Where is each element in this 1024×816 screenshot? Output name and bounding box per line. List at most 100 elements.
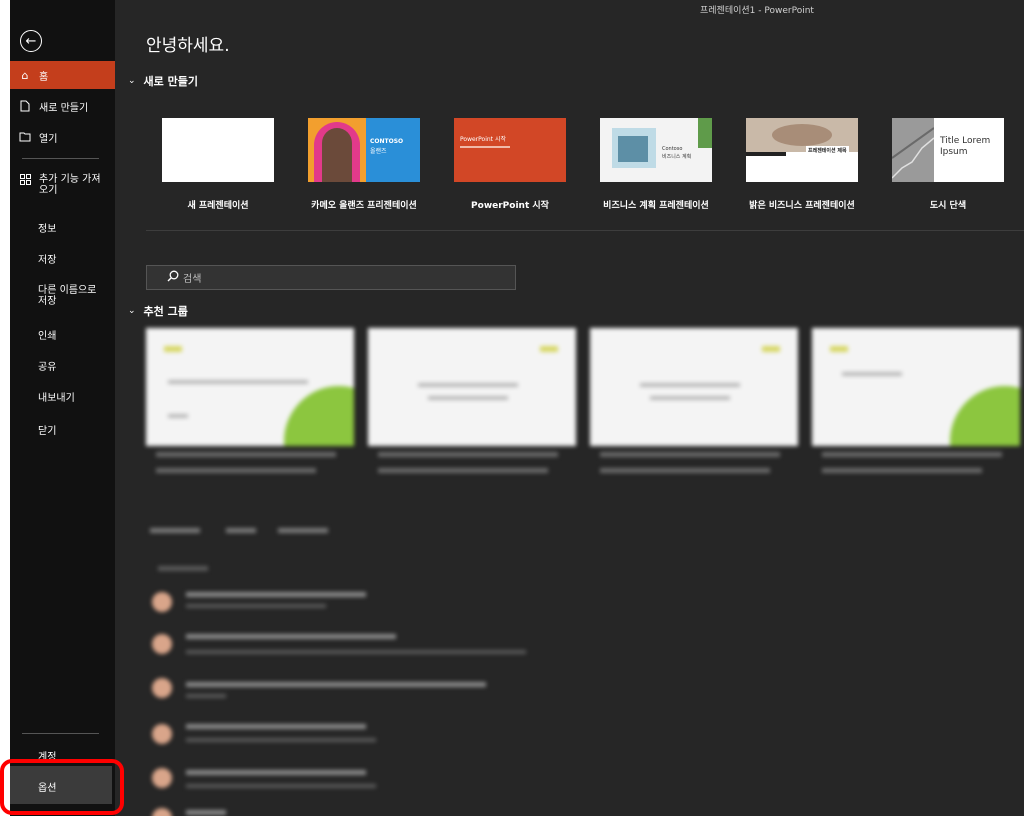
recent-tab[interactable] <box>226 528 256 533</box>
sidebar-divider <box>22 158 99 159</box>
sidebar-item-open[interactable]: 열기 <box>10 124 115 150</box>
sidebar-item-info[interactable]: 정보 <box>10 218 115 236</box>
sidebar-item-home[interactable]: ⌂ 홈 <box>10 61 115 89</box>
window-title: 프레젠테이션1 - PowerPoint <box>700 6 814 16</box>
search-input[interactable]: 검색 <box>146 265 516 290</box>
list-item[interactable] <box>186 592 366 597</box>
card-circle <box>950 386 1020 446</box>
sidebar-item-label: 정보 <box>38 223 57 235</box>
sidebar-item-export[interactable]: 내보내기 <box>10 387 115 405</box>
avatar <box>152 808 172 816</box>
card-caption <box>822 452 1002 457</box>
search-icon <box>167 270 179 285</box>
card-caption <box>822 468 982 473</box>
recommended-card[interactable] <box>146 328 354 446</box>
addins-icon <box>18 174 32 185</box>
thumb-bar <box>746 152 786 156</box>
list-item-sub <box>186 784 376 788</box>
card-tag <box>164 346 182 352</box>
card-line <box>650 396 730 400</box>
card-line <box>168 414 188 418</box>
sidebar-item-share[interactable]: 공유 <box>10 356 115 374</box>
sidebar-item-close[interactable]: 닫기 <box>10 420 115 438</box>
avatar <box>152 768 172 788</box>
chevron-down-icon: ⌄ <box>128 306 136 316</box>
backstage-sidebar: ← ⌂ 홈 새로 만들기 열기 추가 기능 가져 오기 정보 저장 다른 이름으… <box>10 0 115 816</box>
greeting-title: 안녕하세요. <box>146 36 230 56</box>
recent-tab[interactable] <box>150 528 200 533</box>
template-thumbnail: Contoso 비즈니스 계획 <box>600 118 712 182</box>
sidebar-item-label: 홈 <box>39 71 49 83</box>
back-arrow-icon[interactable]: ← <box>20 30 42 52</box>
template-powerpoint-start[interactable]: PowerPoint 시작 PowerPoint 시작 <box>454 118 566 211</box>
card-caption <box>600 468 770 473</box>
list-item[interactable] <box>186 634 396 639</box>
sidebar-item-options[interactable]: 옵션 <box>10 777 115 795</box>
card-tag <box>762 346 780 352</box>
template-urban-mono[interactable]: Title Lorem Ipsum 도시 단색 <box>892 118 1004 211</box>
home-icon: ⌂ <box>21 68 29 82</box>
card-line <box>168 380 308 384</box>
card-tag <box>540 346 558 352</box>
template-thumbnail: PowerPoint 시작 <box>454 118 566 182</box>
card-line <box>640 383 740 387</box>
section-title: 새로 만들기 <box>143 75 198 88</box>
thumb-person <box>322 128 352 182</box>
sidebar-item-new[interactable]: 새로 만들기 <box>10 93 115 119</box>
list-item[interactable] <box>186 682 486 687</box>
card-caption <box>378 468 548 473</box>
card-tag <box>830 346 848 352</box>
card-line <box>842 372 902 376</box>
thumb-photo-stairs <box>892 118 935 182</box>
thumb-subtitle: 비즈니스 계획 <box>662 154 692 160</box>
list-item[interactable] <box>186 810 226 815</box>
template-cameo[interactable]: CONTOSO 올랜즈 카메오 올랜즈 프리젠테이션 <box>308 118 420 211</box>
list-item[interactable] <box>186 724 366 729</box>
card-caption <box>378 452 558 457</box>
recommended-card[interactable] <box>812 328 1020 446</box>
list-item[interactable] <box>186 770 366 775</box>
thumb-title: PowerPoint 시작 <box>460 136 506 143</box>
search-placeholder: 검색 <box>183 274 202 285</box>
thumb-title: CONTOSO <box>370 138 404 145</box>
template-label: 새 프레젠테이션 <box>187 201 249 211</box>
thumb-photo-inner <box>618 136 648 162</box>
list-item-sub <box>186 694 226 698</box>
sidebar-item-label: 새로 만들기 <box>39 102 89 114</box>
list-item-sub <box>186 604 326 608</box>
recommended-card[interactable] <box>368 328 576 446</box>
chevron-down-icon: ⌄ <box>128 76 136 86</box>
blurred-content-area <box>140 322 1024 816</box>
template-business-plan[interactable]: Contoso 비즈니스 계획 비즈니스 계획 프레젠테이션 <box>600 118 712 211</box>
list-item-sub <box>186 738 376 742</box>
thumb-title: Contoso <box>662 146 683 152</box>
new-section-header[interactable]: ⌄ 새로 만들기 <box>128 73 198 89</box>
sidebar-item-addins[interactable]: 추가 기능 가져 오기 <box>10 174 115 200</box>
sidebar-item-save[interactable]: 저장 <box>10 249 115 267</box>
recent-tab[interactable] <box>278 528 328 533</box>
recommended-card[interactable] <box>590 328 798 446</box>
sidebar-item-print[interactable]: 인쇄 <box>10 325 115 343</box>
avatar <box>152 678 172 698</box>
thumb-photo-center <box>772 124 832 146</box>
thumb-title: Title Lorem <box>940 136 991 146</box>
section-divider <box>146 230 1024 231</box>
template-blank[interactable]: 새 프레젠테이션 <box>162 118 274 211</box>
template-label: 도시 단색 <box>929 201 967 211</box>
sidebar-item-label: 인쇄 <box>38 330 57 342</box>
card-caption <box>600 452 780 457</box>
recommended-section-header[interactable]: ⌄ 추천 그룹 <box>128 303 188 319</box>
sidebar-item-label: 다른 이름으로 저장 <box>38 285 97 307</box>
section-title: 추천 그룹 <box>143 305 188 318</box>
template-bright-business[interactable]: 프레젠테이션 제목 밝은 비즈니스 프레젠테이션 <box>746 118 858 211</box>
sidebar-item-save-as[interactable]: 다른 이름으로 저장 <box>10 284 115 308</box>
sidebar-item-label: 닫기 <box>38 425 57 437</box>
list-item-sub <box>186 650 526 654</box>
thumb-plant <box>698 118 712 148</box>
card-caption <box>156 468 316 473</box>
left-edge-strip <box>0 0 10 816</box>
card-circle <box>284 386 354 446</box>
thumb-subtitle: Ipsum <box>940 147 968 157</box>
card-caption <box>156 452 336 457</box>
sidebar-item-label: 공유 <box>38 361 57 373</box>
